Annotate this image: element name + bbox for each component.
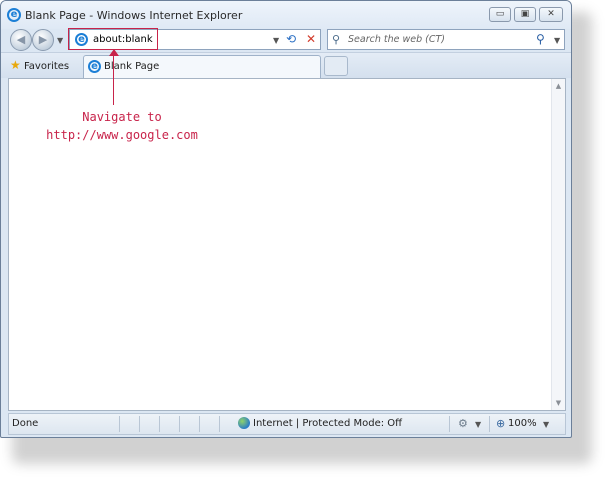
privacy-icon[interactable]: ⚙	[458, 417, 468, 430]
zoom-dropdown-icon[interactable]: ▼	[543, 420, 549, 429]
back-button[interactable]: ◀	[10, 29, 32, 51]
minimize-icon: ▭	[495, 9, 505, 19]
restore-button[interactable]: ▣	[514, 7, 536, 22]
search-box[interactable]: ⚲ Search the web (CT) ⚲ ▼	[327, 29, 565, 50]
search-provider-icon: ⚲	[332, 33, 341, 46]
annotation-arrow-icon	[109, 49, 119, 56]
status-divider	[119, 416, 120, 432]
privacy-dropdown-icon[interactable]: ▼	[475, 420, 481, 429]
favorites-button[interactable]: ★ Favorites	[10, 58, 69, 72]
status-divider	[219, 416, 220, 432]
close-icon: ✕	[547, 9, 555, 19]
back-arrow-icon: ◀	[16, 33, 26, 46]
stop-icon[interactable]: ✕	[306, 32, 316, 46]
search-options-dropdown-icon[interactable]: ▼	[554, 36, 560, 45]
new-tab-button[interactable]	[324, 56, 348, 76]
scroll-down-icon[interactable]: ▼	[552, 399, 565, 407]
zoom-icon[interactable]: ⊕	[496, 417, 505, 430]
vertical-scrollbar[interactable]: ▲ ▼	[551, 79, 565, 410]
status-divider	[179, 416, 180, 432]
search-icon[interactable]: ⚲	[536, 32, 545, 46]
status-bar: Done Internet | Protected Mode: Off ⚙ ▼ …	[8, 413, 566, 435]
title-bar: Blank Page - Windows Internet Explorer ▭…	[1, 1, 571, 29]
search-input[interactable]: Search the web (CT)	[348, 34, 445, 45]
browser-window: Blank Page - Windows Internet Explorer ▭…	[0, 0, 572, 438]
status-divider	[199, 416, 200, 432]
star-icon: ★	[10, 58, 21, 72]
forward-button[interactable]: ▶	[32, 29, 54, 51]
minimize-button[interactable]: ▭	[489, 7, 511, 22]
zoom-level[interactable]: 100%	[508, 418, 537, 429]
address-bar-highlight	[68, 28, 158, 50]
ie-logo-icon	[7, 8, 21, 22]
restore-icon: ▣	[520, 9, 530, 19]
tab-page-icon	[88, 60, 101, 73]
window-title: Blank Page - Windows Internet Explorer	[25, 9, 243, 22]
tab-blank-page[interactable]: Blank Page	[83, 55, 321, 78]
recent-pages-dropdown-icon[interactable]: ▼	[57, 36, 63, 45]
annotation-line-2: http://www.google.com	[46, 128, 198, 142]
refresh-icon[interactable]: ⟲	[286, 32, 296, 46]
security-zone-text[interactable]: Internet | Protected Mode: Off	[253, 418, 402, 429]
scroll-up-icon[interactable]: ▲	[552, 82, 565, 90]
globe-icon	[238, 417, 250, 429]
annotation-arrow-line	[113, 55, 114, 105]
status-divider	[139, 416, 140, 432]
favorites-label: Favorites	[23, 61, 70, 72]
status-divider	[159, 416, 160, 432]
status-divider	[489, 416, 490, 432]
address-dropdown-icon[interactable]: ▼	[273, 36, 279, 45]
annotation-line-1: Navigate to	[82, 110, 162, 124]
close-button[interactable]: ✕	[539, 7, 563, 22]
status-divider	[449, 416, 450, 432]
status-text: Done	[12, 418, 39, 429]
forward-arrow-icon: ▶	[38, 33, 48, 46]
favorites-bar: ★ Favorites Blank Page	[1, 52, 571, 78]
